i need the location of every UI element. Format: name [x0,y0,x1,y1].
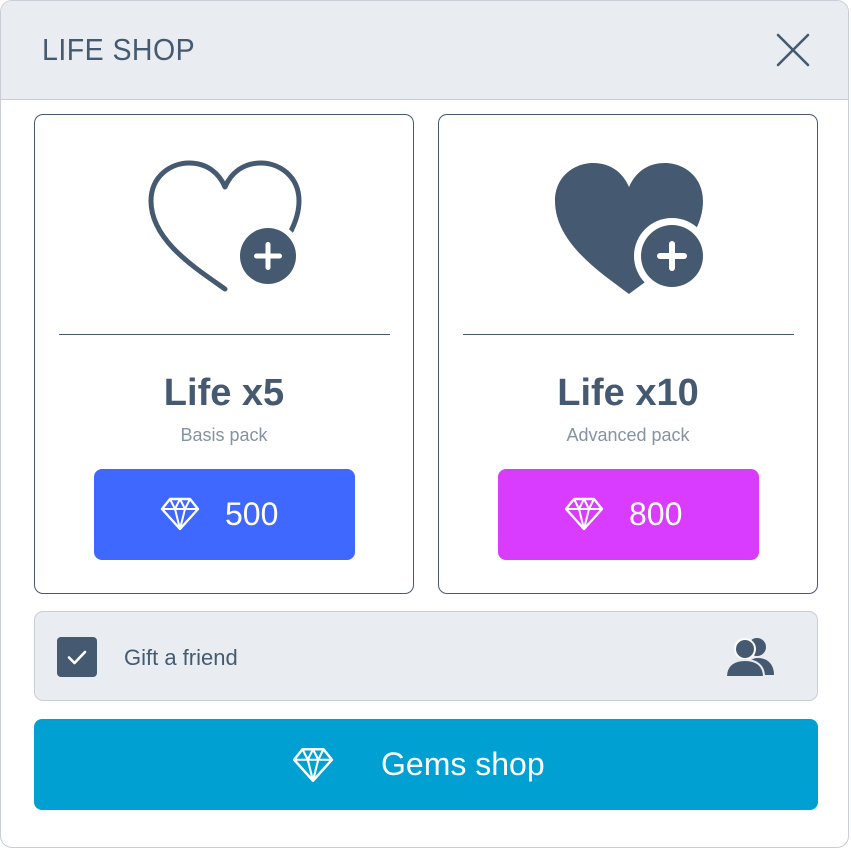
pack-card-life-x5[interactable]: Life x5 Basis pack 500 [34,114,414,594]
buy-life-x10-button[interactable]: 800 [498,469,759,560]
gift-label: Gift a friend [124,645,238,670]
gift-a-friend-row[interactable]: Gift a friend [34,611,818,701]
gem-icon [292,746,334,784]
gem-icon [564,496,604,532]
life-shop-dialog: LIFE SHOP Life x5 Basis pack 500 Life x1… [0,0,849,848]
pack-name: Life x5 [163,372,285,414]
card-divider [463,334,794,335]
pack-subtitle: Advanced pack [566,425,690,445]
gift-checkbox[interactable] [57,637,97,677]
card-divider [59,334,390,335]
pack-price: 800 [629,496,683,532]
dialog-header: LIFE SHOP [1,1,848,100]
gems-shop-label: Gems shop [381,746,545,782]
close-icon[interactable] [775,32,811,68]
heart-filled-plus-icon [549,159,710,304]
pack-card-life-x10[interactable]: Life x10 Advanced pack 800 [438,114,818,594]
heart-outline-plus-icon [145,159,305,304]
checkmark-icon [67,650,87,665]
gem-icon [160,496,200,532]
gems-shop-button[interactable]: Gems shop [34,719,818,810]
dialog-title: LIFE SHOP [42,32,196,67]
pack-name: Life x10 [557,372,699,414]
pack-price: 500 [225,496,279,532]
friends-icon[interactable] [724,635,777,679]
pack-subtitle: Basis pack [180,425,268,445]
buy-life-x5-button[interactable]: 500 [94,469,355,560]
